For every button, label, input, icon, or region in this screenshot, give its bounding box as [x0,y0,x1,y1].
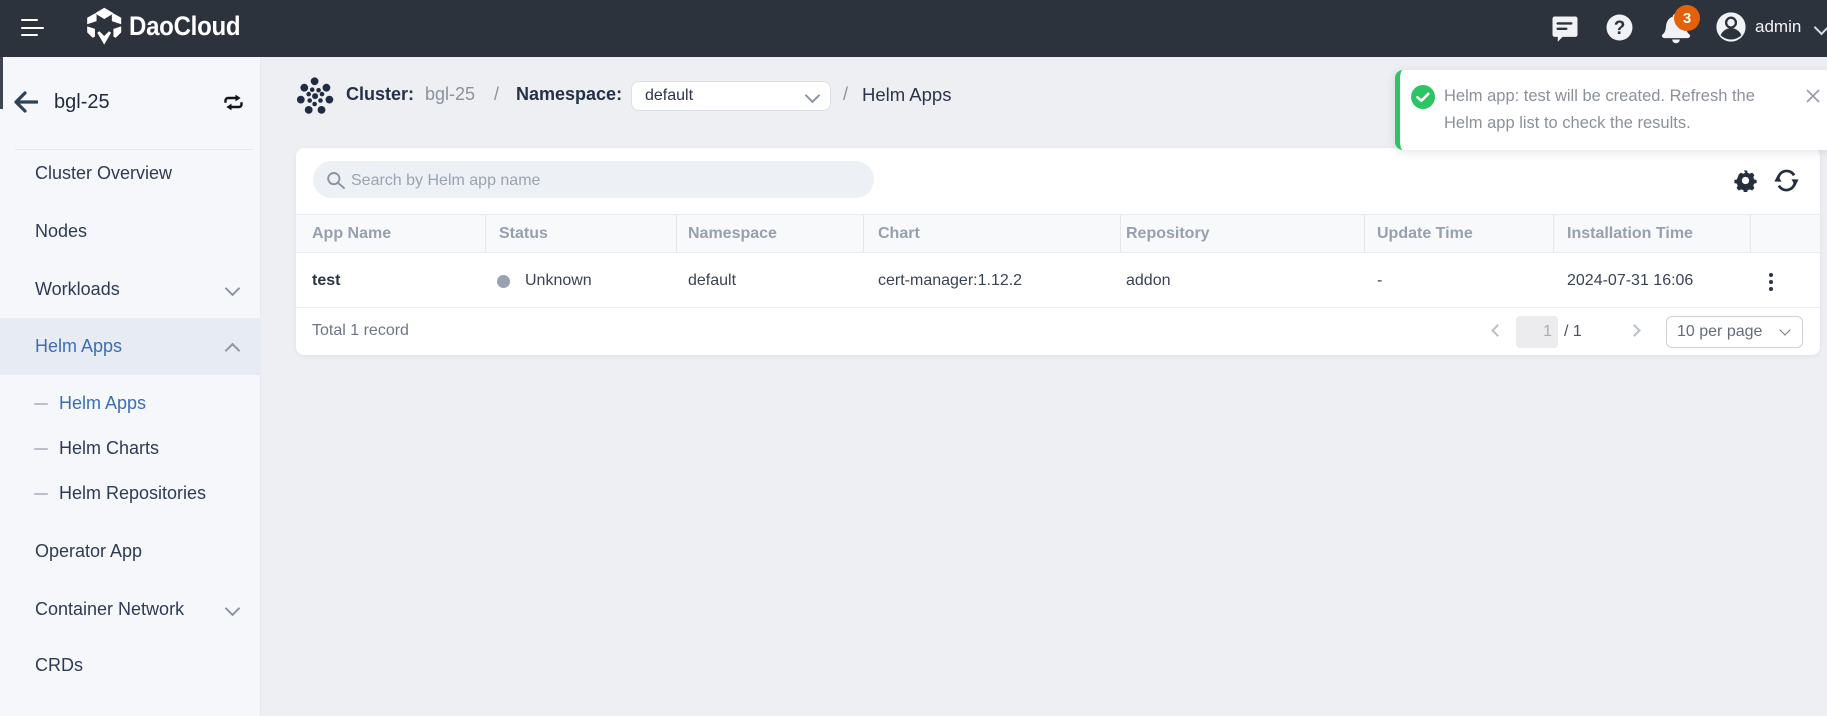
svg-text:?: ? [1614,18,1626,39]
